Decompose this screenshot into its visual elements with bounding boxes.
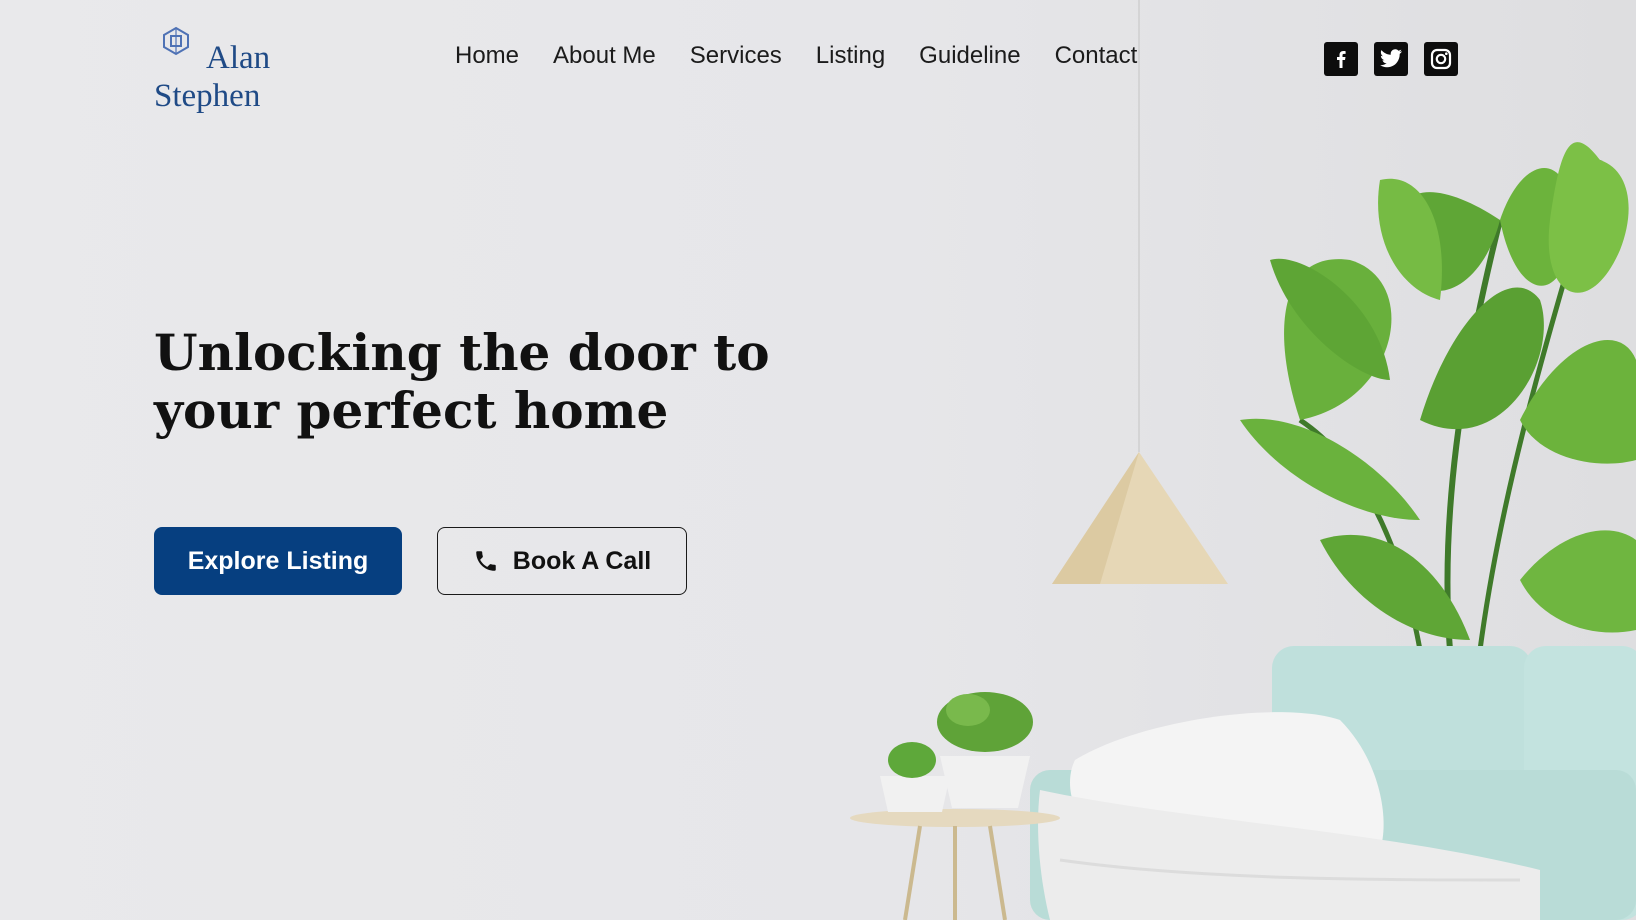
hero-headline: Unlocking the door to your perfect home: [154, 324, 774, 440]
facebook-icon[interactable]: [1324, 42, 1358, 76]
instagram-icon[interactable]: [1424, 42, 1458, 76]
nav-services[interactable]: Services: [690, 42, 782, 71]
building-icon: [163, 26, 189, 56]
headline-line-1: Unlocking the door to: [154, 323, 770, 382]
nav-home[interactable]: Home: [455, 42, 519, 71]
nav-about-me[interactable]: About Me: [553, 42, 656, 71]
brand-logo[interactable]: Alan Stephen: [154, 22, 294, 113]
sofa-illustration: [1030, 646, 1636, 920]
room-illustration: [850, 0, 1636, 920]
plant-illustration: [1240, 142, 1636, 651]
twitter-icon[interactable]: [1374, 42, 1408, 76]
explore-listing-button[interactable]: Explore Listing: [154, 527, 402, 595]
main-nav: Home About Me Services Listing Guideline…: [455, 42, 1137, 71]
hero-section: Alan Stephen Home About Me Services List…: [0, 0, 1636, 920]
brand-name-line1: Alan: [206, 40, 271, 76]
side-table-illustration: [850, 692, 1060, 920]
nav-guideline[interactable]: Guideline: [919, 42, 1020, 71]
headline-line-2: your perfect home: [154, 381, 669, 440]
social-links: [1324, 42, 1458, 76]
book-a-call-button[interactable]: Book A Call: [437, 527, 687, 595]
nav-listing[interactable]: Listing: [816, 42, 885, 71]
brand-name-line2: Stephen: [154, 78, 261, 114]
book-a-call-label: Book A Call: [512, 546, 652, 575]
pendant-lamp: [1052, 452, 1228, 584]
nav-contact[interactable]: Contact: [1055, 42, 1138, 71]
phone-icon: [476, 551, 496, 571]
